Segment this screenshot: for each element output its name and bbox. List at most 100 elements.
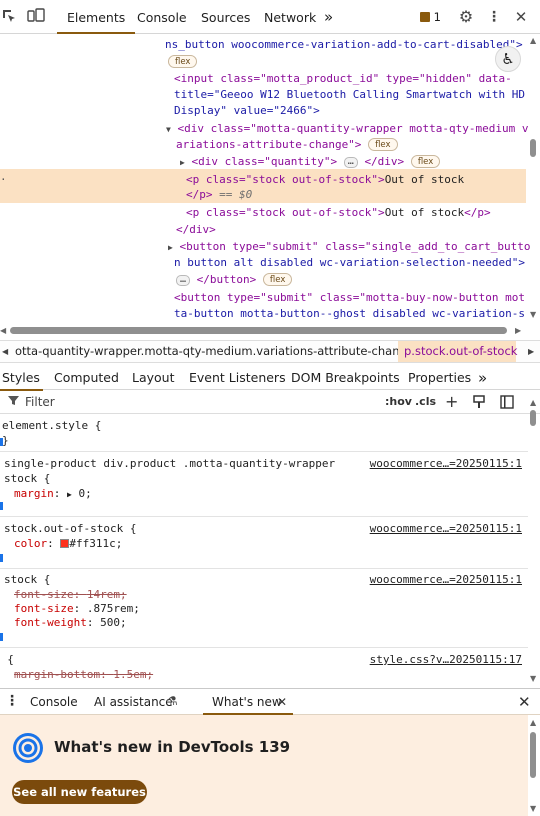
rule-source-link[interactable]: woocommerce…=20250115:1 (370, 573, 522, 586)
dom-line[interactable]: title="Geeoo W12 Bluetooth Calling Smart… (174, 86, 525, 103)
styles-vertical-scrollbar[interactable] (530, 410, 536, 426)
collapsed-triangle-icon[interactable]: ▶ (168, 243, 173, 252)
issues-badge[interactable]: 1 (420, 9, 441, 25)
drawer-scroll-up-icon[interactable]: ▲ (530, 718, 536, 727)
rule-selector[interactable]: stock { (4, 572, 50, 587)
dom-line[interactable]: ta-button motta-button--ghost disabled w… (174, 305, 525, 322)
see-all-features-button[interactable]: See all new features (12, 780, 147, 804)
rule-source-link[interactable]: style.css?v…20250115:17 (370, 653, 522, 666)
more-tabs-icon[interactable]: » (478, 366, 487, 390)
rule-declaration-overridden[interactable]: font-size: 14rem; (14, 587, 127, 602)
flex-badge[interactable]: flex (410, 155, 441, 168)
flex-badge[interactable]: flex (168, 55, 198, 68)
tab-event-listeners[interactable]: Event Listeners (189, 366, 286, 390)
tab-dom-breakpoints[interactable]: DOM Breakpoints (291, 366, 400, 390)
flex-badge[interactable]: flex (262, 273, 293, 286)
drawer-scroll-down-icon[interactable]: ▼ (530, 804, 536, 813)
rule-declaration[interactable]: font-size: .875rem; (14, 601, 140, 616)
flex-badge[interactable]: flex (368, 138, 398, 151)
dom-line[interactable]: <p class="stock out-of-stock">Out of sto… (186, 204, 491, 221)
hover-state-toggle[interactable]: :hov (385, 395, 412, 408)
tab-styles[interactable]: Styles (0, 366, 43, 391)
dom-line[interactable]: n button alt disabled wc-variation-selec… (174, 254, 525, 271)
dom-text: Display" value="2466"> (174, 104, 320, 117)
dom-line[interactable]: </div> (176, 221, 216, 238)
device-toolbar-icon[interactable] (27, 8, 45, 26)
dom-text: <p class="stock out-of-stock"> (186, 206, 385, 219)
property-name: margin-bottom (14, 668, 101, 681)
property-value: 1.5em; (113, 668, 154, 681)
issue-flag-icon (420, 12, 430, 22)
chrome-devtools-logo-icon (12, 732, 44, 764)
dom-line[interactable]: ▼ <div class="motta-quantity-wrapper mot… (166, 120, 528, 137)
breadcrumb-item[interactable]: otta-quantity-wrapper.motta-qty-medium.v… (15, 341, 414, 362)
rule-source-link[interactable]: woocommerce…=20250115:1 (370, 522, 522, 535)
expanded-triangle-icon[interactable]: ▼ (166, 125, 171, 134)
ellipsis-badge[interactable]: … (176, 275, 191, 286)
drawer-tab-ai-assistance[interactable]: AI assistance (94, 695, 173, 709)
kebab-menu-icon[interactable]: ⋮ (485, 8, 503, 26)
expand-triangle-icon[interactable]: ▶ (67, 490, 72, 499)
styles-scroll-down-icon[interactable]: ▼ (530, 674, 536, 683)
property-value: 14rem; (86, 588, 127, 601)
rule-declaration[interactable]: margin: ▶ 0; (14, 486, 92, 501)
more-tabs-icon[interactable]: » (324, 0, 333, 34)
close-devtools-icon[interactable]: ✕ (512, 8, 530, 26)
settings-gear-icon[interactable]: ⚙ (457, 8, 475, 26)
inspect-element-icon[interactable] (0, 8, 18, 26)
dom-text: </button> (196, 273, 257, 286)
rule-declaration[interactable]: color: #ff311c; (14, 536, 122, 551)
dom-line[interactable]: ▶ <button type="submit" class="single_ad… (168, 238, 530, 255)
dom-line[interactable]: ariations-attribute-change"> flex (176, 136, 398, 153)
close-tab-icon[interactable]: ✕ (277, 695, 287, 709)
drawer-tab-console[interactable]: Console (30, 695, 78, 709)
filter-input[interactable]: Filter (25, 395, 55, 409)
tab-properties[interactable]: Properties (408, 366, 471, 390)
breadcrumb-item-selected[interactable]: p.stock.out-of-stock (398, 341, 517, 362)
tab-elements[interactable]: Elements (56, 0, 136, 34)
rule-selector[interactable]: single-product div.product .motta-quanti… (4, 456, 335, 471)
dom-horizontal-scrollbar[interactable] (10, 327, 507, 334)
scroll-right-icon[interactable]: ▶ (515, 326, 521, 335)
accessibility-icon[interactable]: ♿ (495, 46, 521, 72)
rule-declaration-overridden[interactable]: margin-bottom: 1.5em; (14, 667, 153, 682)
property-value: 500; (100, 616, 127, 629)
tab-network[interactable]: Network (264, 0, 316, 34)
paint-brush-icon[interactable] (473, 395, 485, 412)
tab-layout[interactable]: Layout (132, 366, 175, 390)
dom-line[interactable]: <button type="submit" class="motta-buy-n… (174, 289, 525, 306)
property-name: color (14, 537, 48, 550)
class-toggle[interactable]: .cls (415, 395, 436, 408)
scroll-up-icon[interactable]: ▲ (530, 36, 536, 45)
property-name: font-size (14, 588, 74, 601)
breadcrumb-scroll-right-icon[interactable]: ▶ (528, 341, 534, 362)
dom-line[interactable]: ▶ <div class="quantity"> … </div> flex (180, 153, 441, 170)
drawer-vertical-scrollbar[interactable] (530, 732, 536, 778)
tab-sources[interactable]: Sources (201, 0, 250, 34)
rule-declaration[interactable]: font-weight: 500; (14, 615, 127, 630)
drawer-tab-whats-new[interactable]: What's new (212, 695, 282, 709)
rule-selector[interactable]: p { (0, 652, 14, 667)
new-style-rule-icon[interactable]: + (445, 392, 458, 411)
sidebar-toggle-icon[interactable] (500, 395, 514, 412)
dom-line[interactable]: <input class="motta_product_id" type="hi… (174, 70, 512, 87)
collapsed-triangle-icon[interactable]: ▶ (180, 158, 185, 167)
ellipsis-badge[interactable]: … (343, 157, 358, 168)
dom-line[interactable]: Display" value="2466"> (174, 102, 320, 119)
scroll-down-icon[interactable]: ▼ (530, 310, 536, 319)
dom-line[interactable]: ns_button woocommerce-variation-add-to-c… (165, 36, 523, 53)
dom-line-selected[interactable]: </p> == $0 (186, 186, 252, 203)
rule-source-link[interactable]: woocommerce…=20250115:1 (370, 457, 522, 470)
rule-selector[interactable]: stock { (4, 471, 50, 486)
rule-selector[interactable]: stock.out-of-stock { (4, 521, 136, 536)
dom-line[interactable]: … </button> flex (176, 271, 293, 288)
tab-computed[interactable]: Computed (54, 366, 119, 390)
tab-console[interactable]: Console (137, 0, 187, 34)
drawer-menu-icon[interactable]: ⋮ (5, 693, 19, 709)
breadcrumb-scroll-left-icon[interactable]: ◀ (2, 341, 8, 362)
scroll-left-icon[interactable]: ◀ (0, 326, 6, 335)
property-value: .875rem; (86, 602, 140, 615)
element-style-selector[interactable]: element.style { (2, 418, 101, 433)
dom-vertical-scrollbar[interactable] (530, 139, 536, 157)
close-drawer-icon[interactable]: ✕ (518, 693, 531, 711)
